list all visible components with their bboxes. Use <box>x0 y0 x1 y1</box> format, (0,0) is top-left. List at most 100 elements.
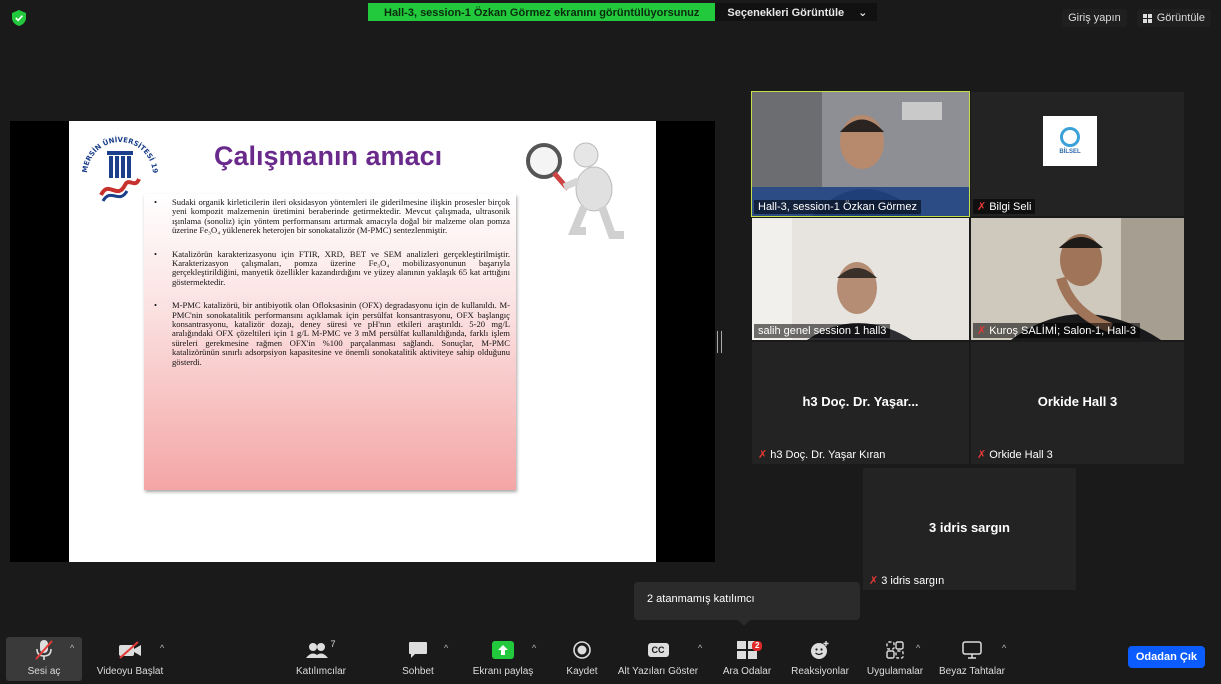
split-divider-handle[interactable] <box>717 331 722 353</box>
magnifier-figure-illustration <box>526 142 624 239</box>
breakout-rooms-label: Ara Odalar <box>722 666 772 677</box>
participant-tile[interactable]: h3 Doç. Dr. Yaşar... ✗ h3 Doç. Dr. Yaşar… <box>752 342 969 464</box>
participant-tile[interactable]: ✗ Kuroş SALİMİ; Salon-1, Hall-3 <box>971 218 1184 340</box>
video-off-icon <box>119 641 141 659</box>
view-options-label: Seçenekleri Görüntüle <box>727 7 845 19</box>
view-button[interactable]: Görüntüle <box>1136 9 1211 27</box>
participant-name: Orkide Hall 3 <box>989 448 1053 461</box>
captions-options-caret[interactable]: ^ <box>698 643 702 653</box>
captions-label: Alt Yazıları Göster <box>617 666 699 677</box>
apps-options-caret[interactable]: ^ <box>916 643 920 653</box>
participants-label: Katılımcılar <box>295 666 346 677</box>
shared-screen[interactable]: MERSİN ÜNİVERSİTESİ 1992 Çalışmanın amac… <box>10 121 715 562</box>
leave-meeting-button[interactable]: Odadan Çık <box>1127 646 1205 668</box>
view-label: Görüntüle <box>1156 12 1205 24</box>
apps-label: Uygulamalar <box>866 666 924 677</box>
breakout-rooms-button[interactable]: 2 Ara Odalar <box>720 639 774 677</box>
mic-muted-icon <box>35 640 53 660</box>
share-screen-icon <box>492 641 514 659</box>
participant-tile[interactable]: salih genel session 1 hall3 <box>752 218 969 340</box>
closed-captions-icon: CC <box>647 643 669 657</box>
participant-name: 3 idris sargın <box>881 574 945 587</box>
participant-video <box>971 218 1184 340</box>
audio-options-caret[interactable]: ^ <box>70 643 74 653</box>
participant-name: Bilgi Seli <box>989 200 1032 213</box>
record-label: Kaydet <box>566 666 598 677</box>
participant-video <box>752 92 969 216</box>
whiteboard-icon <box>962 641 982 659</box>
unassigned-participants-tooltip: 2 atanmamış katılımcı <box>634 582 860 626</box>
participant-tile[interactable]: Hall-3, session-1 Özkan Görmez <box>751 91 970 217</box>
mic-muted-icon: ✗ <box>869 575 879 587</box>
mic-muted-icon: ✗ <box>977 325 987 337</box>
record-icon <box>573 641 591 659</box>
chevron-down-icon: ⌄ <box>858 7 868 19</box>
whiteboards-button[interactable]: Beyaz Tahtalar <box>936 639 1008 677</box>
bullet-item: M-PMC katalizörü, bir antibiyotik olan O… <box>150 301 510 367</box>
tooltip-text: 2 atanmamış katılımcı <box>647 593 755 605</box>
mic-muted-icon: ✗ <box>977 201 987 213</box>
captions-button[interactable]: CC Alt Yazıları Göster <box>608 639 708 677</box>
screen-share-banner: Hall-3, session-1 Özkan Görmez ekranını … <box>368 3 878 21</box>
unmute-button[interactable]: Sesi aç <box>24 639 64 677</box>
mic-muted-icon: ✗ <box>758 449 768 461</box>
mic-muted-icon: ✗ <box>977 449 987 461</box>
participant-name-label: ✗ 3 idris sargın <box>865 573 948 588</box>
participant-tile[interactable]: 3 idris sargın ✗ 3 idris sargın <box>863 468 1076 590</box>
participant-name: Hall-3, session-1 Özkan Görmez <box>758 201 917 213</box>
sign-in-button[interactable]: Giriş yapın <box>1062 9 1127 27</box>
chat-button[interactable]: Sohbet <box>398 639 438 677</box>
unmute-label: Sesi aç <box>27 666 61 677</box>
breakout-rooms-badge: 2 <box>752 641 763 651</box>
participant-video <box>752 218 969 340</box>
participant-name: salih genel session 1 hall3 <box>758 325 887 337</box>
apps-icon <box>886 641 904 659</box>
share-screen-label: Ekranı paylaş <box>472 666 534 677</box>
participants-count: 7 <box>330 639 336 649</box>
zoom-meeting-window: Hall-3, session-1 Özkan Görmez ekranını … <box>0 0 1221 684</box>
shield-icon[interactable] <box>12 10 26 26</box>
grid-view-icon <box>1142 13 1152 23</box>
participant-name: Kuroş SALİMİ; Salon-1, Hall-3 <box>989 324 1136 337</box>
video-options-caret[interactable]: ^ <box>160 643 164 653</box>
participant-name-label: salih genel session 1 hall3 <box>754 324 891 338</box>
presentation-slide: MERSİN ÜNİVERSİTESİ 1992 Çalışmanın amac… <box>69 121 656 562</box>
reactions-label: Reaksiyonlar <box>791 666 849 677</box>
participant-name: h3 Doç. Dr. Yaşar Kıran <box>770 448 886 461</box>
reactions-button[interactable]: Reaksiyonlar <box>788 639 852 677</box>
participant-name-label: ✗ Kuroş SALİMİ; Salon-1, Hall-3 <box>973 323 1140 338</box>
participant-tile[interactable]: BİLSEL ✗ Bilgi Seli <box>971 92 1184 216</box>
share-status-text: Hall-3, session-1 Özkan Görmez ekranını … <box>368 3 716 21</box>
share-options-caret[interactable]: ^ <box>532 643 536 653</box>
start-video-button[interactable]: Videoyu Başlat <box>92 639 168 677</box>
bilsel-logo-text: BİLSEL <box>1059 149 1081 155</box>
bullet-item: Sudaki organik kirleticilerin ileri oksi… <box>150 197 510 236</box>
avatar: BİLSEL <box>1043 116 1097 166</box>
top-right-controls: Giriş yapın Görüntüle <box>1062 9 1211 27</box>
bullet-item: Katalizörün karakterizasyonu için FTIR, … <box>150 249 510 288</box>
chat-bubble-icon <box>409 642 427 658</box>
meeting-toolbar: Sesi aç ^ Videoyu Başlat ^ 7 Katılımcıla… <box>0 633 1221 684</box>
chat-options-caret[interactable]: ^ <box>444 643 448 653</box>
sign-in-label: Giriş yapın <box>1068 12 1121 24</box>
participants-button[interactable]: 7 Katılımcılar <box>292 639 350 677</box>
participant-display-name: h3 Doç. Dr. Yaşar... <box>802 394 919 409</box>
chat-label: Sohbet <box>402 666 434 677</box>
share-screen-button[interactable]: Ekranı paylaş <box>470 639 536 677</box>
whiteboard-options-caret[interactable]: ^ <box>1002 643 1006 653</box>
participant-display-name: 3 idris sargın <box>929 520 1010 535</box>
participant-name-label: ✗ h3 Doç. Dr. Yaşar Kıran <box>754 447 889 462</box>
bilsel-logo-icon <box>1060 127 1080 147</box>
whiteboards-label: Beyaz Tahtalar <box>939 666 1005 677</box>
participant-tile[interactable]: Orkide Hall 3 ✗ Orkide Hall 3 <box>971 342 1184 464</box>
bullet-list: Sudaki organik kirleticilerin ileri oksi… <box>150 197 510 367</box>
slide-title: Çalışmanın amacı <box>214 141 443 171</box>
participant-display-name: Orkide Hall 3 <box>1037 394 1118 409</box>
slide-content-box: Sudaki organik kirleticilerin ileri oksi… <box>144 194 516 490</box>
start-video-label: Videoyu Başlat <box>96 666 164 677</box>
participants-icon <box>306 643 329 658</box>
record-button[interactable]: Kaydet <box>562 639 602 677</box>
participant-name-label: ✗ Bilgi Seli <box>973 199 1036 214</box>
view-options-button[interactable]: Seçenekleri Görüntüle ⌄ <box>715 3 878 21</box>
add-reaction-icon <box>811 641 829 659</box>
